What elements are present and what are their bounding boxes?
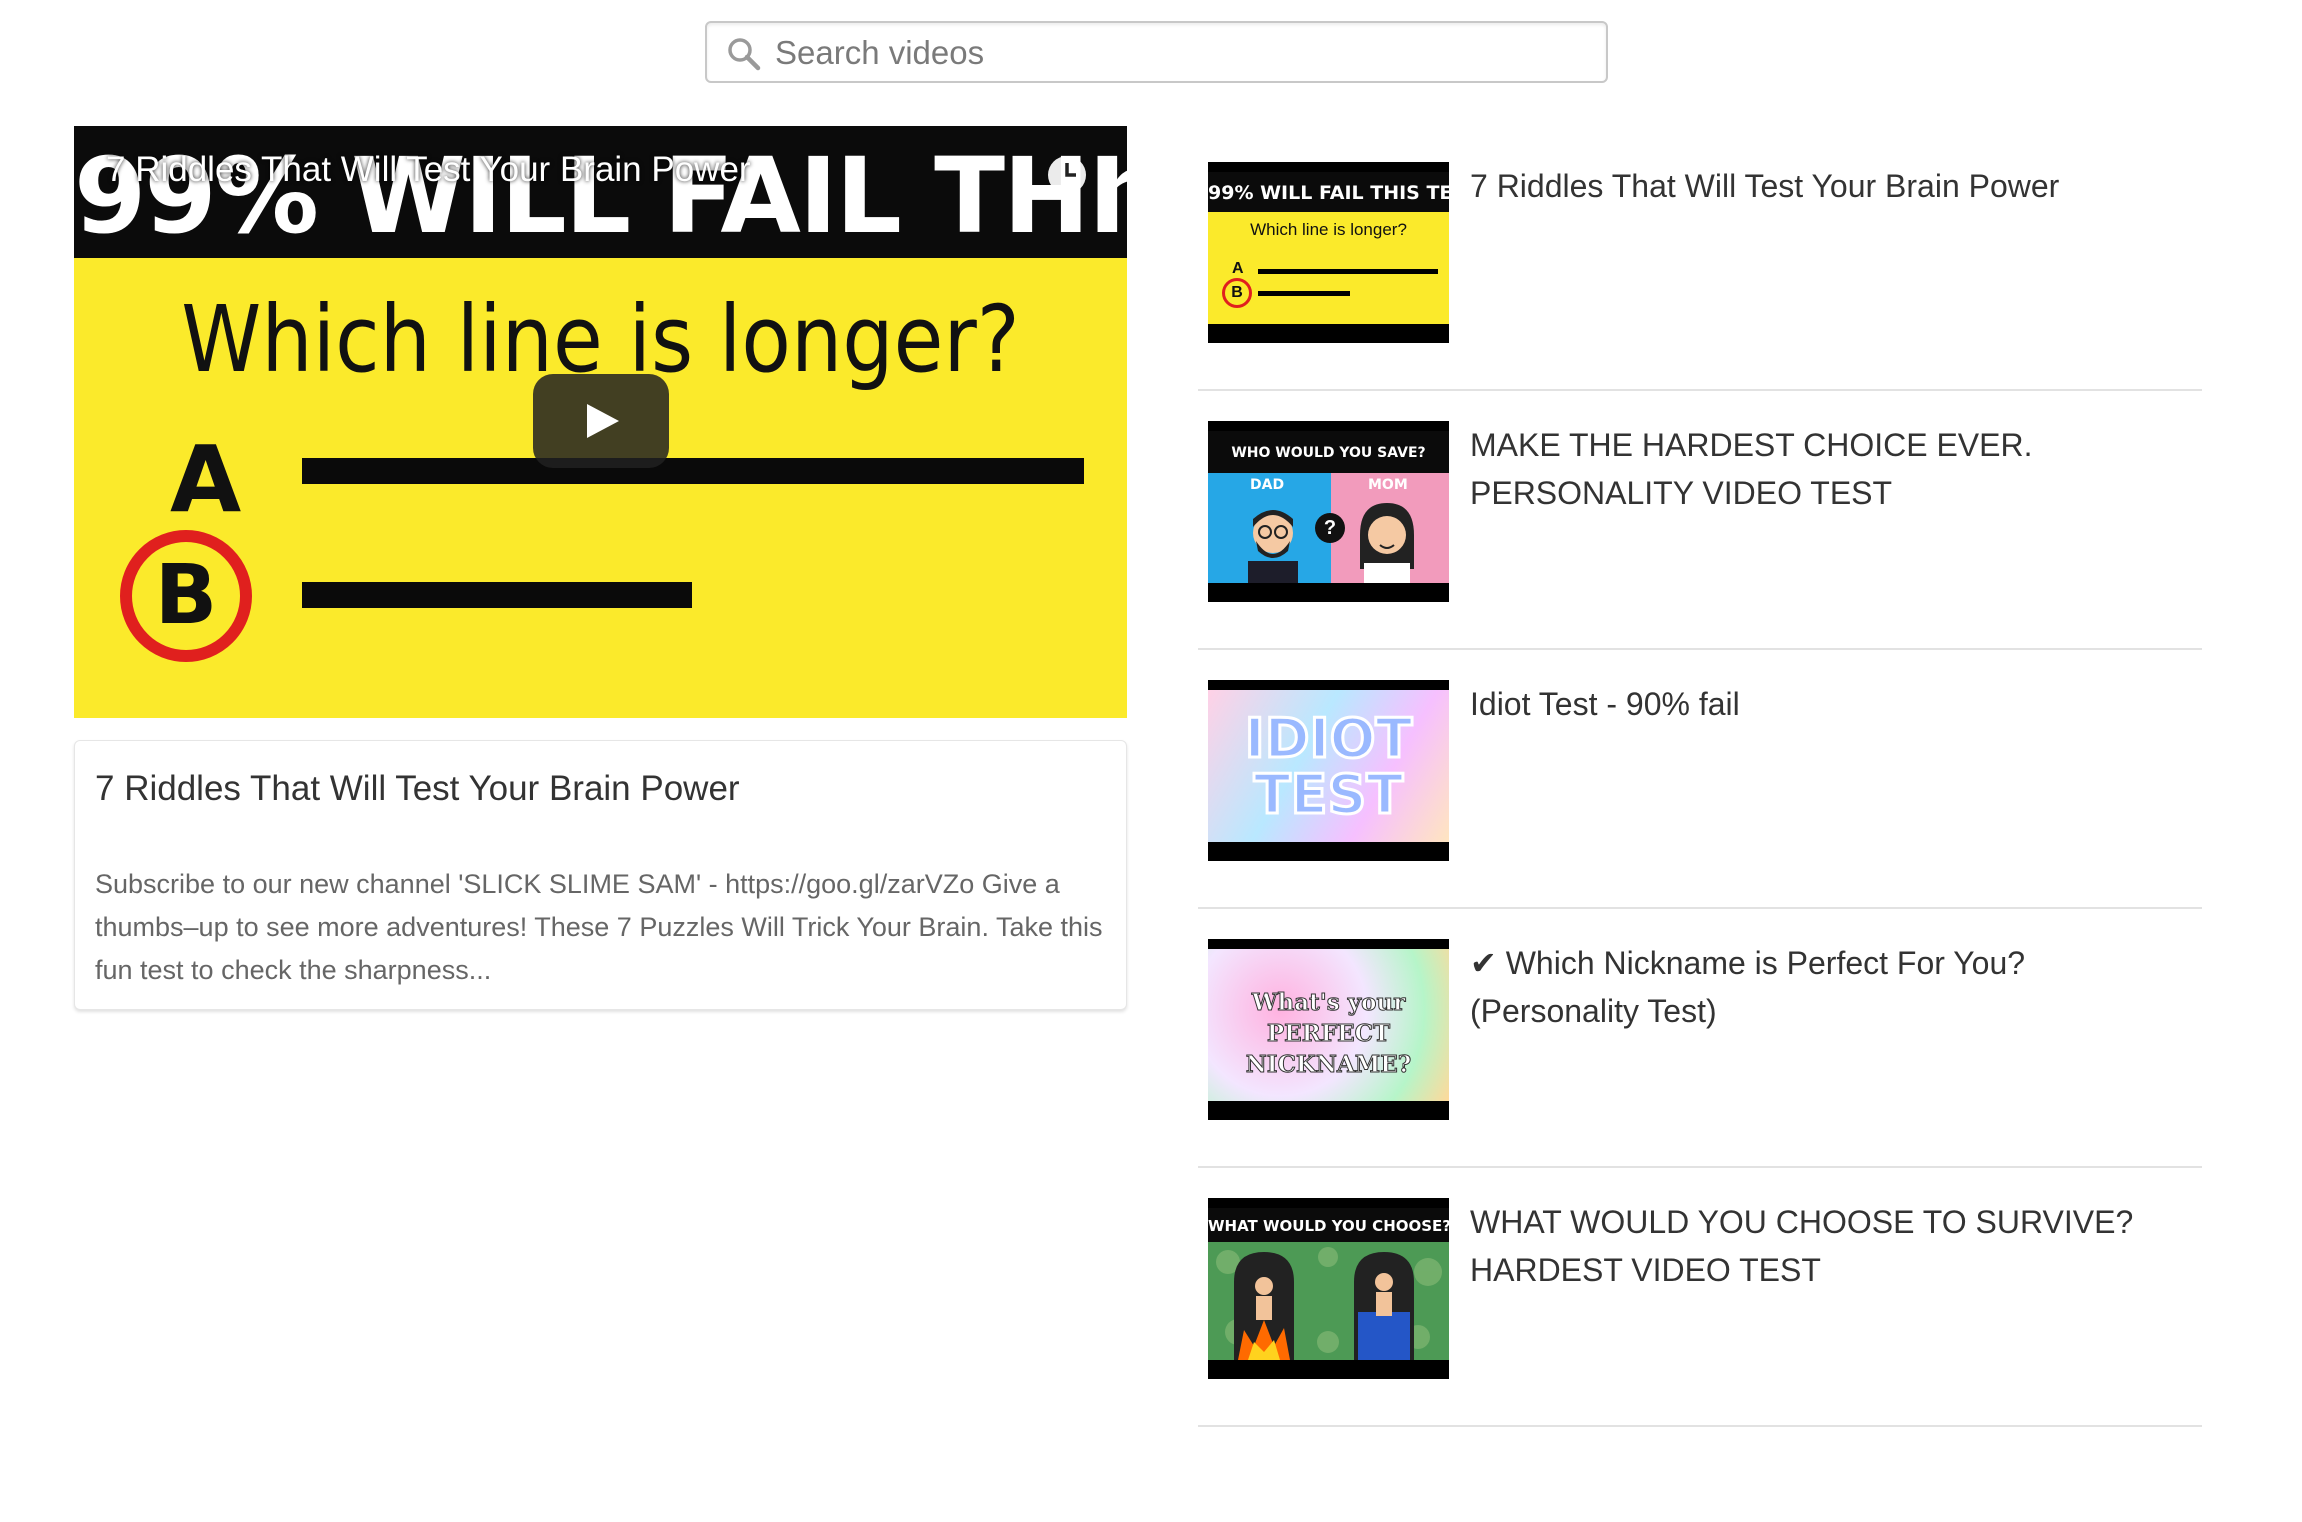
video-thumbnail[interactable]: 99% WILL FAIL THIS TEST Which line is lo… [1208,162,1449,343]
video-thumbnail[interactable]: What's your PERFECT NICKNAME? [1208,939,1449,1120]
option-a-line [302,458,1084,484]
thumb-question: Which line is longer? [1250,220,1407,239]
watch-later-icon[interactable] [1046,154,1088,196]
player-overlay-title[interactable]: 7 Riddles That Will Test Your Brain Powe… [106,150,751,190]
search-input[interactable] [773,27,1577,79]
list-item-title[interactable]: ✔ Which Nickname is Perfect For You? (Pe… [1470,939,2170,1035]
thumbnail-image: WHAT WOULD YOU CHOOSE? [1208,1208,1449,1360]
thumb-option-b: B [1222,278,1252,308]
share-icon[interactable] [1110,156,1127,196]
list-item[interactable]: WHO WOULD YOU SAVE? DAD MOM ? MAKE THE H… [1198,391,2202,650]
list-item-title[interactable]: MAKE THE HARDEST CHOICE EVER. PERSONALIT… [1470,421,2170,517]
video-info-card: 7 Riddles That Will Test Your Brain Powe… [74,740,1127,1010]
video-thumbnail[interactable]: WHO WOULD YOU SAVE? DAD MOM ? [1208,421,1449,602]
thumbnail-image: WHO WOULD YOU SAVE? DAD MOM ? [1208,431,1449,583]
thumb-option-a: A [1232,260,1244,277]
thumb-question-mark: ? [1315,513,1345,543]
play-icon [587,404,619,438]
woman-face-icon [1360,503,1414,583]
thumbnail-image: What's your PERFECT NICKNAME? [1208,949,1449,1101]
thumb-line-2: PERFECT [1266,1020,1391,1048]
list-item[interactable]: 99% WILL FAIL THIS TEST Which line is lo… [1198,132,2202,391]
survival-scene-icon [1208,1242,1449,1360]
search-icon [728,38,761,71]
list-item-title[interactable]: 7 Riddles That Will Test Your Brain Powe… [1470,162,2170,210]
list-item[interactable]: IDIOT TEST Idiot Test - 90% fail [1198,650,2202,909]
thumb-right-label: MOM [1368,477,1408,493]
list-item[interactable]: What's your PERFECT NICKNAME? ✔ Which Ni… [1198,909,2202,1168]
list-item-title[interactable]: WHAT WOULD YOU CHOOSE TO SURVIVE? HARDES… [1470,1198,2170,1294]
video-thumbnail[interactable]: IDIOT TEST [1208,680,1449,861]
play-button[interactable] [533,374,669,468]
thumb-word-1: IDIOT [1243,707,1414,770]
thumb-banner-bar: WHO WOULD YOU SAVE? [1208,431,1449,473]
list-item[interactable]: WHAT WOULD YOU CHOOSE? WHAT WOULD YOU CH… [1198,1168,2202,1427]
thumb-banner: WHAT WOULD YOU CHOOSE? [1208,1208,1449,1242]
video-description: Subscribe to our new channel 'SLICK SLIM… [95,869,1103,985]
video-title: 7 Riddles That Will Test Your Brain Powe… [95,769,740,808]
option-a-label: A [170,426,242,533]
man-face-icon [1248,510,1298,583]
thumbnail-image: IDIOT TEST [1208,690,1449,842]
thumb-word-2: TEST [1252,763,1404,826]
option-b-label: B [154,548,218,643]
thumb-banner: 99% WILL FAIL THIS TEST [1208,172,1449,212]
video-list: 99% WILL FAIL THIS TEST Which line is lo… [1198,132,2202,1427]
video-player[interactable]: 99% WILL FAIL THIS TEST 7 Riddles That W… [74,126,1127,718]
thumb-line-1: What's your [1251,989,1406,1017]
list-item-title[interactable]: Idiot Test - 90% fail [1470,680,2170,728]
thumb-line-3: NICKNAME? [1245,1051,1412,1079]
search-bar[interactable] [705,21,1608,83]
option-b-line [302,582,692,608]
thumb-line-a [1258,269,1438,274]
thumb-left-label: DAD [1250,477,1285,493]
thumb-line-b [1258,291,1350,296]
video-thumbnail[interactable]: WHAT WOULD YOU CHOOSE? [1208,1198,1449,1379]
thumbnail-image: 99% WILL FAIL THIS TEST Which line is lo… [1208,172,1449,324]
thumb-banner: WHO WOULD YOU SAVE? [1231,445,1426,461]
